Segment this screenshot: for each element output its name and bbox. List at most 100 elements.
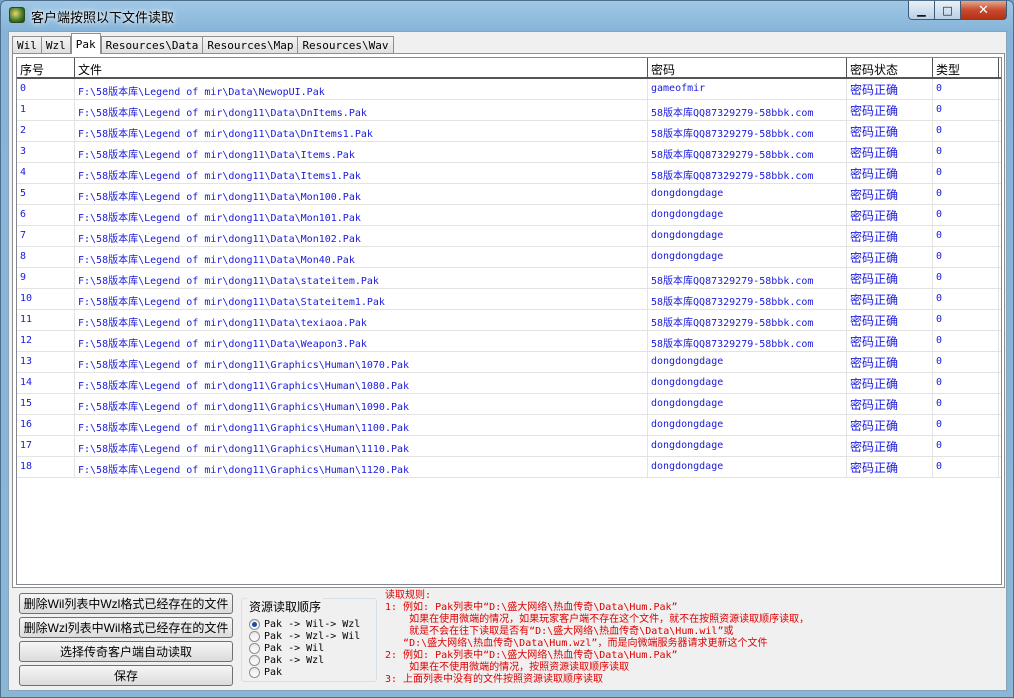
minimize-button[interactable]: ▁ — [908, 1, 935, 20]
read-order-option[interactable]: Pak -> Wzl — [249, 654, 324, 666]
cell-password: dongdongdage — [648, 457, 847, 477]
cell-password-status: 密码正确 — [847, 142, 933, 162]
cell-password-status: 密码正确 — [847, 184, 933, 204]
radio-unchecked-icon[interactable] — [249, 654, 260, 666]
rule-line: 如果在不使用微端的情况，按照资源读取顺序读取 — [385, 662, 630, 673]
table-row[interactable]: 5 F:\58版本库\Legend of mir\dong11\Data\Mon1… — [17, 184, 1001, 205]
rule-line: 就是不会在往下读取是否有“D:\盛大网络\热血传奇\Data\Hum.wil”或 — [385, 626, 734, 637]
read-order-option[interactable]: Pak -> Wil-> Wzl — [249, 618, 360, 630]
table-row[interactable]: 1 F:\58版本库\Legend of mir\dong11\Data\DnIt… — [17, 100, 1001, 121]
read-order-option[interactable]: Pak — [249, 666, 282, 678]
table-row[interactable]: 14 F:\58版本库\Legend of mir\dong11\Graphics… — [17, 373, 1001, 394]
cell-index: 2 — [17, 121, 75, 141]
cell-index: 4 — [17, 163, 75, 183]
read-order-option[interactable]: Pak -> Wil — [249, 642, 324, 654]
column-header-file[interactable]: 文件 — [75, 58, 648, 77]
cell-password: dongdongdage — [648, 205, 847, 225]
radio-unchecked-icon[interactable] — [249, 630, 260, 642]
cell-file: F:\58版本库\Legend of mir\dong11\Data\state… — [75, 268, 648, 288]
table-row[interactable]: 7 F:\58版本库\Legend of mir\dong11\Data\Mon1… — [17, 226, 1001, 247]
maximize-button[interactable]: □ — [935, 1, 961, 20]
cell-file: F:\58版本库\Legend of mir\Data\NewopUI.Pak — [75, 79, 648, 99]
cell-password-status: 密码正确 — [847, 331, 933, 351]
tab-strip: Wil Wzl Pak Resources\Data Resources\Map… — [12, 33, 394, 54]
read-order-option-label: Pak -> Wil-> Wzl — [264, 618, 361, 630]
cell-file: F:\58版本库\Legend of mir\dong11\Data\State… — [75, 289, 648, 309]
cell-password-status: 密码正确 — [847, 79, 933, 99]
radio-checked-icon[interactable] — [249, 618, 260, 630]
read-order-option[interactable]: Pak -> Wzl-> Wil — [249, 630, 360, 642]
cell-index: 6 — [17, 205, 75, 225]
cell-type: 0 — [933, 289, 999, 309]
cell-file: F:\58版本库\Legend of mir\dong11\Data\Mon10… — [75, 205, 648, 225]
table-row[interactable]: 4 F:\58版本库\Legend of mir\dong11\Data\Item… — [17, 163, 1001, 184]
cell-password-status: 密码正确 — [847, 268, 933, 288]
tab-pak[interactable]: Pak — [70, 33, 101, 54]
table-row[interactable]: 11 F:\58版本库\Legend of mir\dong11\Data\tex… — [17, 310, 1001, 331]
table-row[interactable]: 16 F:\58版本库\Legend of mir\dong11\Graphics… — [17, 415, 1001, 436]
column-header-index[interactable]: 序号 — [17, 58, 75, 77]
file-list-table[interactable]: 序号 文件 密码 密码状态 类型 0 F:\58版本库\Legend of mir… — [16, 57, 1002, 585]
cell-password-status: 密码正确 — [847, 100, 933, 120]
cell-index: 7 — [17, 226, 75, 246]
table-row[interactable]: 13 F:\58版本库\Legend of mir\dong11\Graphics… — [17, 352, 1001, 373]
cell-type: 0 — [933, 352, 999, 372]
close-button[interactable]: ✕ — [961, 1, 1007, 20]
cell-type: 0 — [933, 457, 999, 477]
cell-type: 0 — [933, 184, 999, 204]
cell-password-status: 密码正确 — [847, 436, 933, 456]
table-row[interactable]: 3 F:\58版本库\Legend of mir\dong11\Data\Item… — [17, 142, 1001, 163]
table-row[interactable]: 18 F:\58版本库\Legend of mir\dong11\Graphics… — [17, 457, 1001, 478]
tab-resources-data[interactable]: Resources\Data — [100, 36, 204, 54]
table-row[interactable]: 9 F:\58版本库\Legend of mir\dong11\Data\stat… — [17, 268, 1001, 289]
delete-wil-duplicates-button[interactable]: 删除Wil列表中Wzl格式已经存在的文件 — [19, 593, 233, 614]
tab-wzl[interactable]: Wzl — [40, 36, 71, 54]
window-controls: ▁ □ ✕ — [908, 1, 1007, 21]
title-bar[interactable]: 客户端按照以下文件读取 ▁ □ ✕ — [1, 1, 1013, 29]
cell-password: 58版本库QQ87329279-58bbk.com — [648, 310, 847, 330]
cell-file: F:\58版本库\Legend of mir\dong11\Data\DnIte… — [75, 121, 648, 141]
cell-file: F:\58版本库\Legend of mir\dong11\Graphics\H… — [75, 394, 648, 414]
cell-index: 17 — [17, 436, 75, 456]
cell-file: F:\58版本库\Legend of mir\dong11\Data\Mon10… — [75, 184, 648, 204]
column-header-type[interactable]: 类型 — [933, 58, 999, 77]
save-button[interactable]: 保存 — [19, 665, 233, 686]
cell-file: F:\58版本库\Legend of mir\dong11\Graphics\H… — [75, 457, 648, 477]
cell-index: 1 — [17, 100, 75, 120]
table-row[interactable]: 10 F:\58版本库\Legend of mir\dong11\Data\Sta… — [17, 289, 1001, 310]
cell-type: 0 — [933, 373, 999, 393]
rule-line: 3: 上面列表中没有的文件按照资源读取顺序读取 — [385, 674, 604, 685]
column-header-password-status[interactable]: 密码状态 — [847, 58, 933, 77]
window-title: 客户端按照以下文件读取 — [31, 11, 175, 26]
cell-password: 58版本库QQ87329279-58bbk.com — [648, 289, 847, 309]
table-row[interactable]: 0 F:\58版本库\Legend of mir\Data\NewopUI.Pak… — [17, 79, 1001, 100]
cell-password: 58版本库QQ87329279-58bbk.com — [648, 163, 847, 183]
table-row[interactable]: 17 F:\58版本库\Legend of mir\dong11\Graphics… — [17, 436, 1001, 457]
table-row[interactable]: 12 F:\58版本库\Legend of mir\dong11\Data\Wea… — [17, 331, 1001, 352]
rule-line: “D:\盛大网络\热血传奇\Data\Hum.wzl”，而是向微端服务器请求更新… — [385, 638, 768, 649]
cell-password-status: 密码正确 — [847, 121, 933, 141]
column-header-password[interactable]: 密码 — [648, 58, 847, 77]
auto-read-client-button[interactable]: 选择传奇客户端自动读取 — [19, 641, 233, 662]
cell-password-status: 密码正确 — [847, 394, 933, 414]
cell-password: dongdongdage — [648, 394, 847, 414]
radio-unchecked-icon[interactable] — [249, 666, 260, 678]
table-row[interactable]: 6 F:\58版本库\Legend of mir\dong11\Data\Mon1… — [17, 205, 1001, 226]
rule-line: 如果在使用微端的情况，如果玩家客户端不存在这个文件，就不在按照资源读取顺序读取， — [385, 614, 810, 625]
read-order-option-label: Pak -> Wil — [264, 642, 325, 654]
tab-resources-wav[interactable]: Resources\Wav — [297, 36, 394, 54]
tab-resources-map[interactable]: Resources\Map — [202, 36, 299, 54]
table-row[interactable]: 8 F:\58版本库\Legend of mir\dong11\Data\Mon4… — [17, 247, 1001, 268]
cell-password-status: 密码正确 — [847, 247, 933, 267]
tab-wil[interactable]: Wil — [12, 36, 42, 54]
table-row[interactable]: 2 F:\58版本库\Legend of mir\dong11\Data\DnIt… — [17, 121, 1001, 142]
cell-password-status: 密码正确 — [847, 205, 933, 225]
cell-password-status: 密码正确 — [847, 457, 933, 477]
cell-type: 0 — [933, 79, 999, 99]
radio-unchecked-icon[interactable] — [249, 642, 260, 654]
cell-type: 0 — [933, 247, 999, 267]
cell-password: dongdongdage — [648, 436, 847, 456]
delete-wzl-duplicates-button[interactable]: 删除Wzl列表中Wil格式已经存在的文件 — [19, 617, 233, 638]
table-row[interactable]: 15 F:\58版本库\Legend of mir\dong11\Graphics… — [17, 394, 1001, 415]
rule-line: 2: 例如: Pak列表中“D:\盛大网络\热血传奇\Data\Hum.Pak” — [385, 650, 678, 661]
